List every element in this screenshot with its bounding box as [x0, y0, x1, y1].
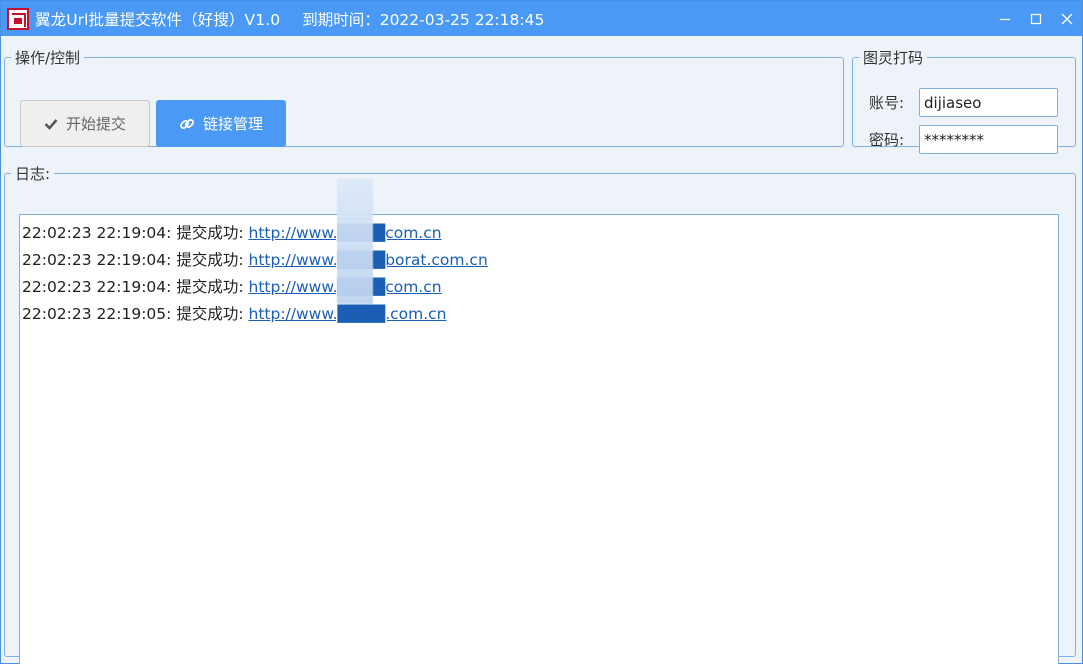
log-time: 22:02:23 22:19:05:: [22, 305, 172, 323]
expire-info: 到期时间：2022-03-25 22:18:45: [302, 8, 544, 30]
expire-label: 到期时间：: [302, 10, 380, 29]
maximize-button[interactable]: [1020, 1, 1051, 36]
account-row: 账号:: [869, 88, 1058, 117]
log-status: 提交成功:: [176, 251, 244, 269]
operations-group: 操作/控制 开始提交 链接管理: [4, 47, 844, 147]
title-bar: 翼龙Url批量提交软件（好搜）V1.0 到期时间：2022-03-25 22:1…: [1, 1, 1082, 36]
close-button[interactable]: [1051, 1, 1082, 36]
log-entry: 22:02:23 22:19:05: 提交成功: http://www.████…: [22, 301, 1056, 328]
password-row: 密码:: [869, 125, 1058, 154]
log-url-link[interactable]: http://www.████.com.cn: [249, 305, 447, 323]
log-legend: 日志:: [15, 165, 51, 183]
minimize-icon: [999, 18, 1010, 20]
log-entry: 22:02:23 22:19:04: 提交成功: http://www.████…: [22, 274, 1056, 301]
maximize-icon: [1030, 13, 1041, 24]
window-title: 翼龙Url批量提交软件（好搜）V1.0: [35, 10, 281, 29]
account-input[interactable]: [919, 88, 1058, 117]
link-management-label: 链接管理: [202, 115, 263, 133]
password-label: 密码:: [869, 131, 905, 149]
start-submit-button[interactable]: 开始提交: [20, 100, 150, 147]
app-logo-icon: [7, 7, 29, 30]
log-group: 日志: 22:02:23 22:19:04: 提交成功: http://www.…: [4, 163, 1076, 664]
redaction-blur: [337, 179, 373, 304]
link-icon: [179, 116, 195, 132]
log-time: 22:02:23 22:19:04:: [22, 251, 172, 269]
password-input[interactable]: [919, 125, 1058, 154]
log-time: 22:02:23 22:19:04:: [22, 278, 172, 296]
log-entry: 22:02:23 22:19:04: 提交成功: http://www.████…: [22, 220, 1056, 247]
operations-legend: 操作/控制: [15, 49, 81, 67]
check-icon: [44, 118, 58, 130]
log-status: 提交成功:: [176, 278, 244, 296]
captcha-group: 图灵打码 账号: 密码:: [852, 47, 1076, 154]
expire-value: 2022-03-25 22:18:45: [379, 10, 545, 29]
log-time: 22:02:23 22:19:04:: [22, 224, 172, 242]
log-status: 提交成功:: [176, 305, 244, 323]
link-management-button[interactable]: 链接管理: [156, 100, 286, 147]
minimize-button[interactable]: [989, 1, 1020, 36]
close-icon: [1061, 13, 1072, 24]
start-submit-label: 开始提交: [65, 115, 126, 133]
log-entry: 22:02:23 22:19:04: 提交成功: http://www.████…: [22, 247, 1056, 274]
log-textarea[interactable]: 22:02:23 22:19:04: 提交成功: http://www.████…: [19, 214, 1059, 664]
window-controls: [989, 1, 1082, 36]
app-window: 翼龙Url批量提交软件（好搜）V1.0 到期时间：2022-03-25 22:1…: [0, 0, 1083, 664]
account-label: 账号:: [869, 94, 905, 112]
log-status: 提交成功:: [176, 224, 244, 242]
captcha-legend: 图灵打码: [863, 49, 924, 67]
